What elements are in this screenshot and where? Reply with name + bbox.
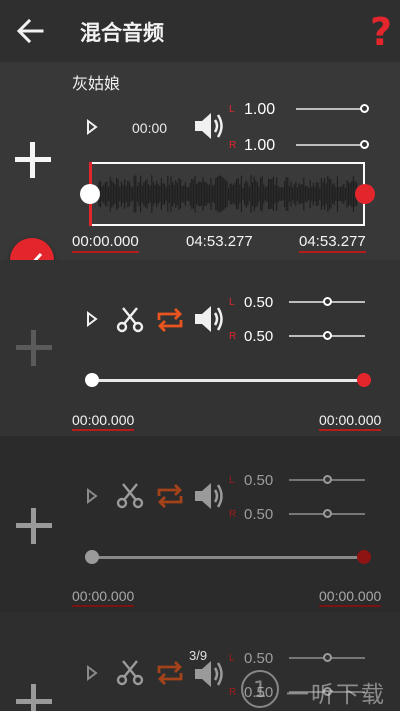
trim-start-handle[interactable] [85, 373, 99, 387]
track-2: L 0.50 R 0.50 00:00.000 00:00.000 [0, 260, 400, 436]
play-time: 00:00 [132, 120, 168, 136]
right-volume-knob[interactable] [323, 509, 332, 518]
start-time[interactable]: 00:00.000 [72, 588, 135, 607]
track-3: L 0.50 R 0.50 00:00.000 00:00.000 [0, 436, 400, 612]
start-time[interactable]: 00:00.000 [72, 233, 139, 253]
arrow-left-icon[interactable] [14, 16, 46, 46]
play-icon[interactable] [85, 311, 99, 327]
left-volume-knob[interactable] [323, 297, 332, 306]
trim-end-handle[interactable] [355, 184, 375, 204]
trim-start-handle[interactable] [85, 550, 99, 564]
track-1: 灰姑娘 00:00 L 1.00 R 1.00 00:00.000 04:53.… [0, 62, 400, 260]
end-time[interactable]: 04:53.277 [299, 233, 366, 253]
left-volume-knob[interactable] [323, 475, 332, 484]
right-volume-value: 1.00 [244, 137, 276, 154]
right-volume-value: 0.50 [244, 506, 274, 523]
play-icon[interactable] [85, 119, 99, 135]
trim-bar[interactable] [92, 556, 364, 559]
app-bar: 混合音频 ? [0, 0, 400, 62]
right-volume-slider[interactable] [296, 144, 364, 146]
trim-end-handle[interactable] [357, 373, 371, 387]
watermark-text: 一听下载 [286, 681, 386, 707]
right-channel-label: R [229, 509, 237, 520]
repeat-icon[interactable] [154, 657, 186, 689]
page-title: 混合音频 [80, 22, 164, 45]
play-icon[interactable] [85, 488, 99, 504]
left-volume-value: 1.00 [244, 101, 276, 118]
left-channel-label: L [229, 475, 235, 486]
left-channel-label: L [229, 104, 235, 115]
watermark: 1 一听下载 [240, 668, 400, 711]
left-channel-label: L [229, 653, 235, 664]
right-channel-label: R [229, 331, 237, 342]
end-time[interactable]: 00:00.000 [319, 588, 382, 607]
volume-icon[interactable] [192, 110, 226, 142]
waveform-graph [98, 175, 358, 213]
left-channel-label: L [229, 297, 235, 308]
left-volume-value: 0.50 [244, 294, 274, 311]
duration-time: 04:53.277 [186, 233, 253, 250]
right-channel-label: R [229, 140, 237, 151]
right-volume-value: 0.50 [244, 328, 274, 345]
trim-start-handle[interactable] [80, 184, 100, 204]
help-icon[interactable]: ? [370, 10, 392, 54]
volume-icon[interactable] [192, 658, 226, 690]
add-track-icon[interactable] [15, 142, 51, 178]
track-name: 灰姑娘 [72, 76, 121, 93]
scissors-icon[interactable] [116, 306, 144, 334]
left-volume-knob[interactable] [360, 104, 369, 113]
add-track-icon[interactable] [16, 508, 52, 544]
left-volume-value: 0.50 [244, 472, 274, 489]
end-time[interactable]: 00:00.000 [319, 412, 382, 431]
left-volume-value: 0.50 [244, 650, 274, 667]
right-volume-knob[interactable] [323, 331, 332, 340]
volume-icon[interactable] [192, 480, 226, 512]
volume-icon[interactable] [192, 303, 226, 335]
left-volume-slider[interactable] [296, 108, 364, 110]
repeat-icon[interactable] [154, 304, 186, 336]
left-volume-knob[interactable] [323, 653, 332, 662]
play-icon[interactable] [85, 665, 99, 681]
right-channel-label: R [229, 687, 237, 698]
scissors-icon[interactable] [116, 659, 144, 687]
start-time[interactable]: 00:00.000 [72, 412, 135, 431]
watermark-number: 1 [253, 678, 267, 703]
add-track-icon[interactable] [16, 684, 52, 711]
right-volume-knob[interactable] [360, 140, 369, 149]
scissors-icon[interactable] [116, 482, 144, 510]
repeat-icon[interactable] [154, 480, 186, 512]
add-track-icon[interactable] [16, 330, 52, 366]
trim-bar[interactable] [92, 379, 364, 382]
waveform[interactable] [89, 162, 365, 226]
watermark-logo: 1 [241, 670, 279, 708]
trim-end-handle[interactable] [357, 550, 371, 564]
